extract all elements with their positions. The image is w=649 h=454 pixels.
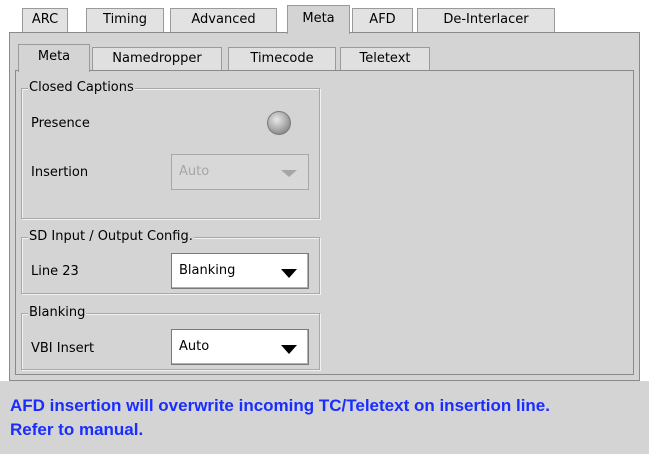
insertion-select-value: Auto — [179, 164, 210, 179]
line23-label: Line 23 — [31, 264, 79, 279]
tab-afd[interactable]: AFD — [352, 8, 413, 32]
chevron-down-icon — [281, 269, 297, 278]
insertion-label: Insertion — [31, 165, 89, 180]
blanking-title: Blanking — [28, 305, 87, 321]
line23-select-value: Blanking — [179, 263, 236, 278]
presence-label: Presence — [31, 116, 90, 131]
subtab-meta[interactable]: Meta — [18, 44, 90, 72]
warning-message-line2: Refer to manual. — [10, 420, 144, 439]
line23-select[interactable]: Blanking — [171, 253, 309, 289]
chevron-down-icon — [281, 170, 297, 177]
subtab-timecode[interactable]: Timecode — [228, 47, 336, 71]
tab-timing[interactable]: Timing — [86, 8, 164, 32]
vbi-insert-label: VBI Insert — [31, 341, 95, 356]
presence-indicator-icon — [267, 111, 291, 135]
message-area: AFD insertion will overwrite incoming TC… — [0, 381, 649, 454]
tab-meta[interactable]: Meta — [287, 5, 350, 34]
chevron-down-icon — [281, 345, 297, 354]
subtab-teletext[interactable]: Teletext — [340, 47, 430, 71]
warning-message-line1: AFD insertion will overwrite incoming TC… — [10, 396, 550, 415]
insertion-select[interactable]: Auto — [171, 154, 309, 190]
tab-advanced[interactable]: Advanced — [170, 8, 277, 32]
tab-arc[interactable]: ARC — [22, 8, 68, 32]
closed-captions-title: Closed Captions — [28, 80, 135, 96]
sd-config-title: SD Input / Output Config. — [28, 229, 194, 245]
warning-message: AFD insertion will overwrite incoming TC… — [10, 394, 645, 442]
tab-de-interlacer[interactable]: De-Interlacer — [417, 8, 555, 32]
vbi-insert-select-value: Auto — [179, 339, 210, 354]
vbi-insert-select[interactable]: Auto — [171, 329, 309, 365]
subtab-namedropper[interactable]: Namedropper — [92, 47, 222, 71]
